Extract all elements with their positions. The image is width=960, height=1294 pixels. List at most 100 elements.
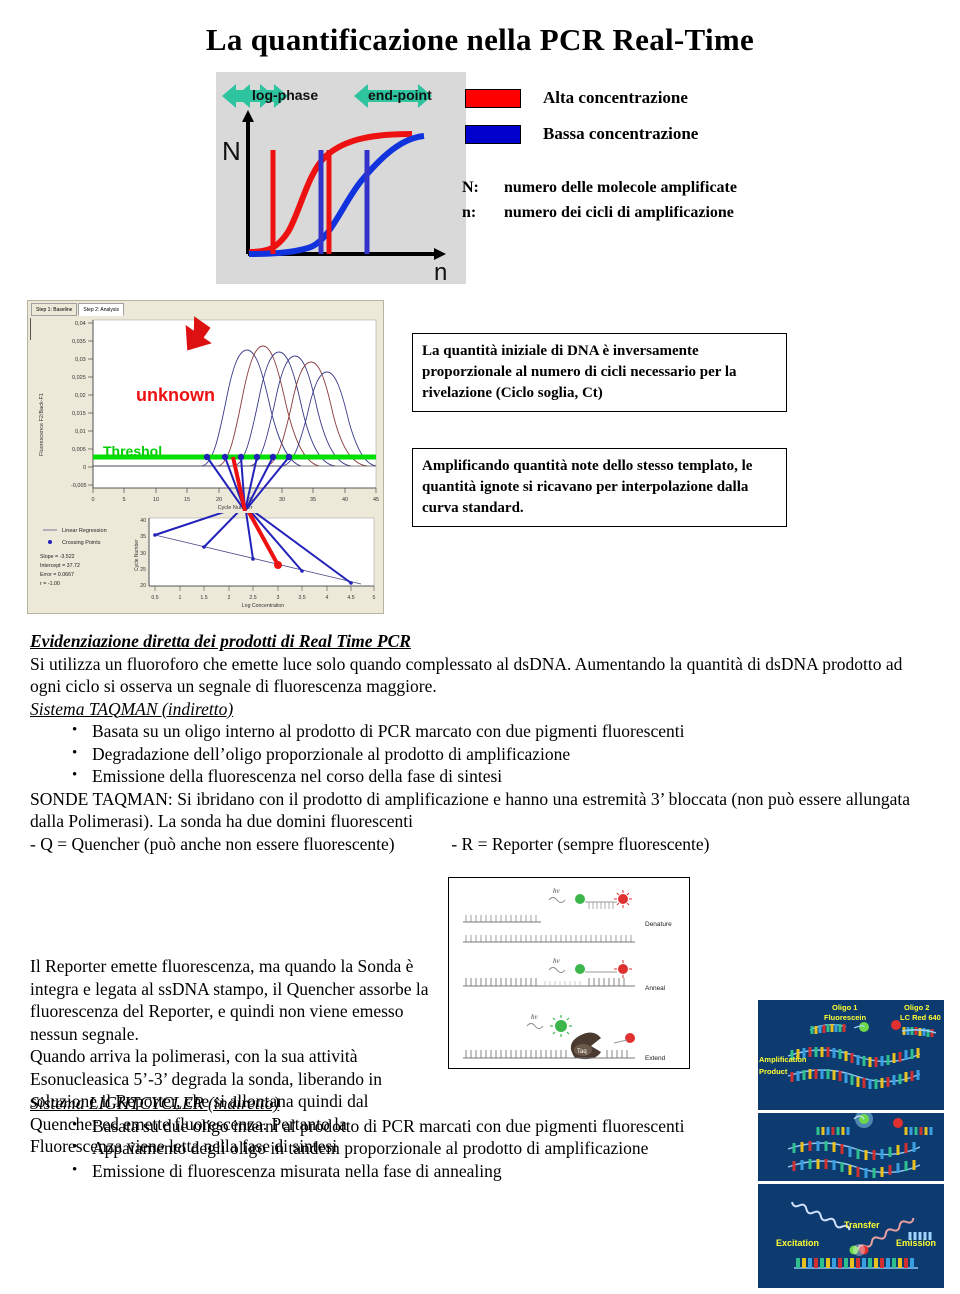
y-tick-8: 0 xyxy=(83,465,86,471)
step-label-anneal: Anneal xyxy=(645,985,666,992)
x-tick-2: 10 xyxy=(153,497,159,503)
stat-slope: Slope = -3.522 xyxy=(40,554,75,560)
y-axis-label-N: N xyxy=(222,136,241,166)
sc-x-tick-8: 4.5 xyxy=(347,595,354,601)
sc-x-tick-7: 4 xyxy=(326,595,329,601)
y-tick-0: 0,04 xyxy=(75,321,86,327)
x-tick-6: 30 xyxy=(279,497,285,503)
definition-value-N: numero delle molecole amplificate xyxy=(504,179,737,196)
lc1-svg: Oligo 1 Fluorescein Oligo 2 LC Red 640 A… xyxy=(758,1000,944,1110)
threshold-label: Threshol xyxy=(103,443,162,459)
x-tick-8: 40 xyxy=(342,497,348,503)
standard-curve-chart: Linear Regression Crossing Points Slope … xyxy=(31,504,380,610)
transfer-label: Transfer xyxy=(844,1220,880,1230)
sc-x-tick-1: 1 xyxy=(179,595,182,601)
pcr-kinetics-svg: log-phase end-point N n xyxy=(222,84,447,284)
y-tick-4: 0,02 xyxy=(75,393,86,399)
log-phase-label: log-phase xyxy=(252,87,318,103)
definition-value-n: numero dei cicli di amplificazione xyxy=(504,204,734,221)
section-heading-evidenziazione: Evidenziazione diretta dei prodotti di R… xyxy=(30,631,411,651)
section-heading-taqman: Sistema TAQMAN (indiretto) xyxy=(30,698,234,719)
y-tick-9: -0,005 xyxy=(71,483,87,489)
photon-symbol: hv xyxy=(553,887,561,895)
callout-standard-curve: Amplificando quantità note dello stesso … xyxy=(412,448,787,527)
x-tick-7: 35 xyxy=(310,497,316,503)
paragraph-quencher-reporter: - Q = Quencher (può anche non essere flu… xyxy=(30,833,910,856)
y-tick-3: 0,025 xyxy=(72,375,86,381)
list-item: Basata su due oligo interni al prodotto … xyxy=(30,1114,770,1138)
taqman-bullet-list: Basata su un oligo interno al prodotto d… xyxy=(30,719,910,788)
amp-y-axis-label: Fluorescence F2/Back-F1 xyxy=(39,393,45,456)
legend-crossing-points: Crossing Points xyxy=(62,540,101,546)
software-tabbar[interactable]: Step 1: Baseline Step 2: Analysis xyxy=(31,303,125,316)
sc-y-tick-35: 35 xyxy=(140,534,146,540)
oligo1-dye-label: Fluorescein xyxy=(824,1013,867,1022)
paragraph-sonde-taqman: SONDE TAQMAN: Si ibridano con il prodott… xyxy=(30,788,910,832)
x-tick-0: 0 xyxy=(91,497,94,503)
concentration-legend: Alta concentrazione Bassa concentrazione xyxy=(462,80,792,152)
y-tick-7: 0,005 xyxy=(72,447,86,453)
sc-y-axis-label: Cycle Number xyxy=(134,539,140,571)
legend-row-alta: Alta concentrazione xyxy=(462,80,792,116)
legend-linear-regression: Linear Regression xyxy=(62,528,107,534)
sc-y-tick-30: 30 xyxy=(140,551,146,557)
taqman-mechanism-figure: hv Denature hv Anneal hv Taq Extend xyxy=(448,877,690,1069)
svg-text:hv: hv xyxy=(553,957,561,965)
lightcycler-section: Sistema LIGHTCYCLER (indiretto) Basata s… xyxy=(30,1092,770,1182)
amplification-chart-svg: 0,04 0,035 0,03 0,025 0,02 0,015 0,01 0,… xyxy=(31,316,380,512)
unknown-interpolated-point xyxy=(274,561,282,569)
y-tick-1: 0,035 xyxy=(72,339,86,345)
tab-step1-baseline[interactable]: Step 1: Baseline xyxy=(31,303,78,316)
list-item: Emissione della fluorescenza nel corso d… xyxy=(30,764,910,788)
step-label-extend: Extend xyxy=(645,1055,666,1062)
amplification-label: Amplification xyxy=(759,1055,807,1064)
realtime-software-screenshot: Step 1: Baseline Step 2: Analysis 0,04 0… xyxy=(27,300,384,614)
sc-x-axis-label: Log Concentration xyxy=(242,603,285,609)
page-title: La quantificazione nella PCR Real-Time xyxy=(205,22,755,57)
definition-N: N: numero delle molecole amplificate xyxy=(462,175,802,200)
sc-y-tick-40: 40 xyxy=(140,518,146,524)
oligo2-dye-label: LC Red 640 xyxy=(900,1013,941,1022)
definition-n: n: numero dei cicli di amplificazione xyxy=(462,200,802,225)
stat-r: r = -1.00 xyxy=(40,581,60,587)
stat-error: Error = 0.0667 xyxy=(40,572,74,578)
svg-text:hv: hv xyxy=(531,1013,539,1021)
taq-label: Taq xyxy=(577,1049,587,1055)
sc-x-tick-9: 5 xyxy=(373,595,376,601)
sc-x-tick-4: 2.5 xyxy=(249,595,256,601)
product-label: Product xyxy=(759,1067,788,1076)
paragraph-reporter-quencher: Il Reporter emette fluorescenza, ma quan… xyxy=(30,956,429,1044)
lightcycler-figure-fret-transfer: Excitation Transfer Emission xyxy=(758,1184,944,1288)
sc-y-tick-20: 20 xyxy=(140,583,146,589)
lc2-svg xyxy=(758,1113,944,1181)
tab-step2-analysis[interactable]: Step 2: Analysis xyxy=(78,303,124,316)
y-tick-5: 0,015 xyxy=(72,411,86,417)
x-tick-9: 45 xyxy=(373,497,379,503)
x-tick-4: 20 xyxy=(216,497,222,503)
sc-y-tick-25: 25 xyxy=(140,567,146,573)
sc-x-tick-5: 3 xyxy=(277,595,280,601)
lightcycler-figure-fret xyxy=(758,1113,944,1181)
legend-row-bassa: Bassa concentrazione xyxy=(462,116,792,152)
amplification-chart: 0,04 0,035 0,03 0,025 0,02 0,015 0,01 0,… xyxy=(31,316,380,512)
stat-intercept: Intercept = 37.72 xyxy=(40,563,80,569)
definition-key-n: n: xyxy=(462,204,477,221)
legend-label-bassa: Bassa concentrazione xyxy=(543,124,699,143)
standard-curve-svg: Linear Regression Crossing Points Slope … xyxy=(31,504,380,610)
reporter-dye-icon xyxy=(575,894,585,904)
sc-x-tick-6: 3.5 xyxy=(298,595,305,601)
legend-swatch-blue xyxy=(465,124,521,144)
oligo2-label: Oligo 2 xyxy=(904,1003,929,1012)
lightcycler-figure-hybridization: Oligo 1 Fluorescein Oligo 2 LC Red 640 A… xyxy=(758,1000,944,1110)
sc-x-tick-2: 1.5 xyxy=(200,595,207,601)
slide-page: La quantificazione nella PCR Real-Time l… xyxy=(0,0,960,1294)
definition-key-N: N: xyxy=(462,179,479,196)
emission-label: Emission xyxy=(896,1238,936,1248)
sc-x-tick-0: 0.5 xyxy=(151,595,158,601)
paragraph-fluoroforo: Si utilizza un fluoroforo che emette luc… xyxy=(30,653,903,697)
sc-x-tick-3: 2 xyxy=(228,595,231,601)
y-tick-2: 0,03 xyxy=(75,357,86,363)
x-tick-3: 15 xyxy=(184,497,190,503)
x-axis-label-n: n xyxy=(434,259,447,284)
list-item: Appaiamento degli oligo in tandem propor… xyxy=(30,1136,770,1160)
